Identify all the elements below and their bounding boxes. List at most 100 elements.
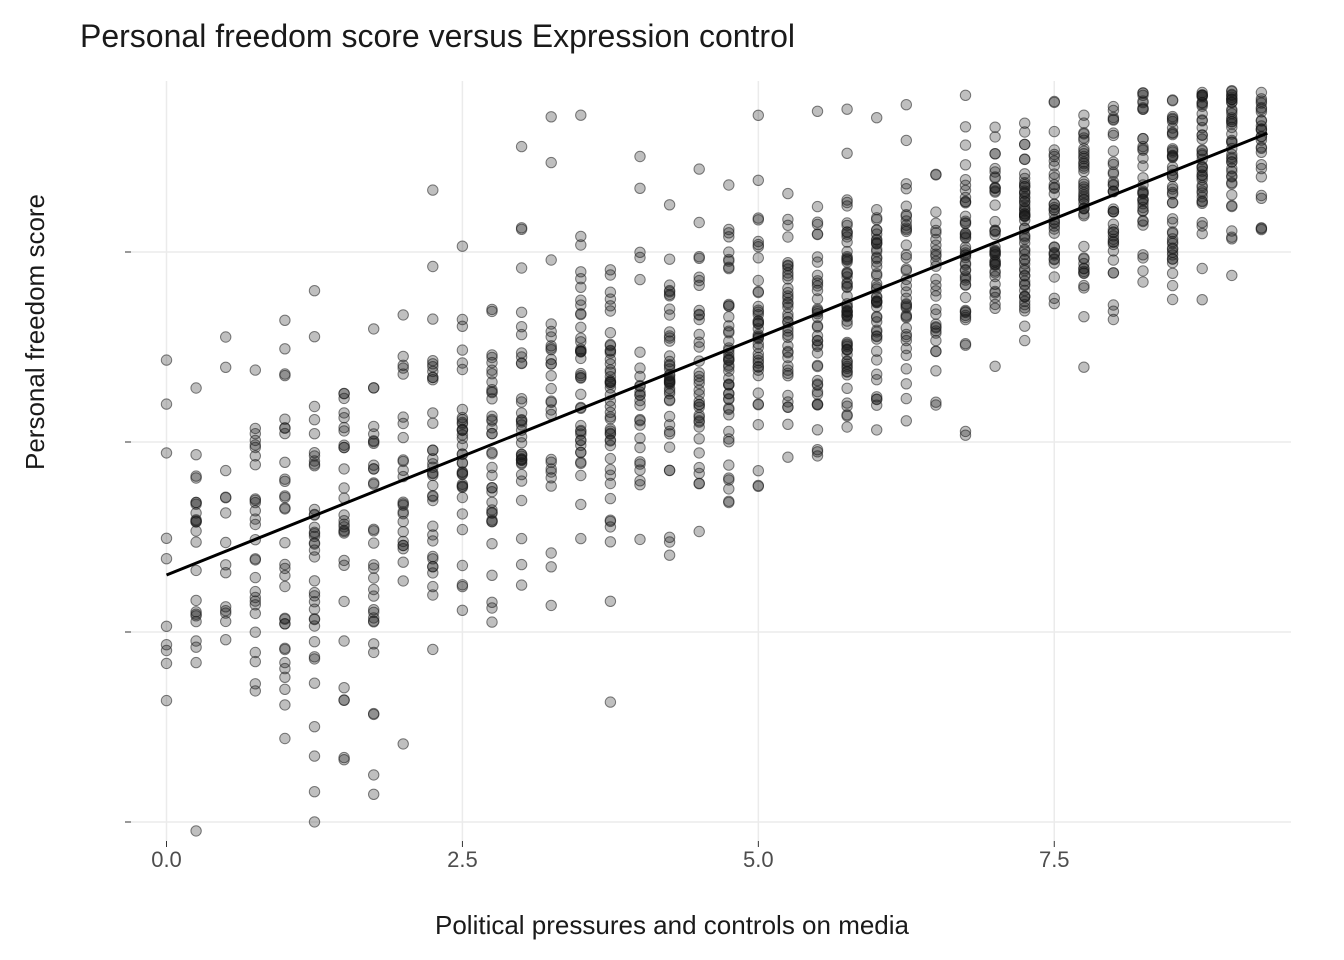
data-point: [398, 576, 408, 586]
data-point: [872, 425, 882, 435]
data-point: [309, 652, 319, 662]
data-point: [664, 411, 674, 421]
data-point: [694, 164, 704, 174]
data-point: [872, 296, 882, 306]
data-point: [398, 418, 408, 428]
data-point: [1138, 133, 1148, 143]
data-point: [783, 271, 793, 281]
data-point: [872, 394, 882, 404]
data-point: [664, 426, 674, 436]
data-point: [664, 383, 674, 393]
data-point: [1108, 306, 1118, 316]
data-point: [635, 151, 645, 161]
data-point: [842, 220, 852, 230]
data-point: [280, 643, 290, 653]
data-point: [664, 280, 674, 290]
data-point: [1256, 115, 1266, 125]
data-point: [161, 640, 171, 650]
data-point: [694, 272, 704, 282]
data-point: [931, 366, 941, 376]
data-point: [1108, 204, 1118, 214]
data-point: [783, 365, 793, 375]
data-point: [250, 554, 260, 564]
data-point: [339, 522, 349, 532]
data-point: [753, 175, 763, 185]
data-point: [1020, 249, 1030, 259]
data-point: [605, 493, 615, 503]
data-point: [753, 275, 763, 285]
data-point: [635, 480, 645, 490]
data-point: [753, 466, 763, 476]
data-point: [694, 371, 704, 381]
data-point: [516, 533, 526, 543]
data-point: [280, 581, 290, 591]
data-point: [1049, 180, 1059, 190]
data-point: [1227, 122, 1237, 132]
data-point: [664, 254, 674, 264]
data-point: [457, 481, 467, 491]
data-point: [546, 396, 556, 406]
data-point: [812, 201, 822, 211]
data-point: [635, 457, 645, 467]
data-point: [309, 415, 319, 425]
data-point: [724, 232, 734, 242]
data-point: [901, 350, 911, 360]
data-point: [990, 149, 1000, 159]
data-point: [1108, 239, 1118, 249]
data-point: [931, 218, 941, 228]
data-point: [664, 333, 674, 343]
data-point: [694, 468, 704, 478]
data-point: [812, 252, 822, 262]
data-point: [901, 184, 911, 194]
data-point: [161, 554, 171, 564]
data-point: [457, 560, 467, 570]
data-point: [931, 249, 941, 259]
data-point: [901, 210, 911, 220]
data-point: [191, 595, 201, 605]
data-point: [812, 445, 822, 455]
data-point: [1227, 190, 1237, 200]
data-point: [428, 314, 438, 324]
data-point: [812, 360, 822, 370]
data-point: [605, 522, 615, 532]
data-point: [605, 697, 615, 707]
data-point: [161, 695, 171, 705]
data-point: [812, 270, 822, 280]
data-point: [842, 104, 852, 114]
data-point: [694, 329, 704, 339]
data-point: [1167, 95, 1177, 105]
data-point: [783, 232, 793, 242]
data-point: [1108, 130, 1118, 140]
data-point: [250, 572, 260, 582]
data-point: [872, 214, 882, 224]
data-point: [635, 414, 645, 424]
data-point: [457, 524, 467, 534]
data-point: [369, 563, 379, 573]
data-point: [428, 491, 438, 501]
data-point: [309, 614, 319, 624]
data-point: [605, 328, 615, 338]
data-point: [1138, 144, 1148, 154]
data-point: [516, 141, 526, 151]
data-point: [605, 435, 615, 445]
data-point: [339, 393, 349, 403]
data-point: [1167, 187, 1177, 197]
data-point: [280, 457, 290, 467]
data-point: [369, 479, 379, 489]
data-point: [280, 538, 290, 548]
data-point: [753, 420, 763, 430]
data-point: [161, 448, 171, 458]
data-point: [369, 789, 379, 799]
data-point: [812, 348, 822, 358]
data-point: [872, 261, 882, 271]
data-point: [309, 429, 319, 439]
data-point: [842, 339, 852, 349]
data-point: [280, 491, 290, 501]
data-point: [250, 608, 260, 618]
data-point: [842, 195, 852, 205]
data-point: [753, 355, 763, 365]
data-point: [191, 497, 201, 507]
data-point: [990, 132, 1000, 142]
data-point: [487, 497, 497, 507]
data-point: [250, 519, 260, 529]
